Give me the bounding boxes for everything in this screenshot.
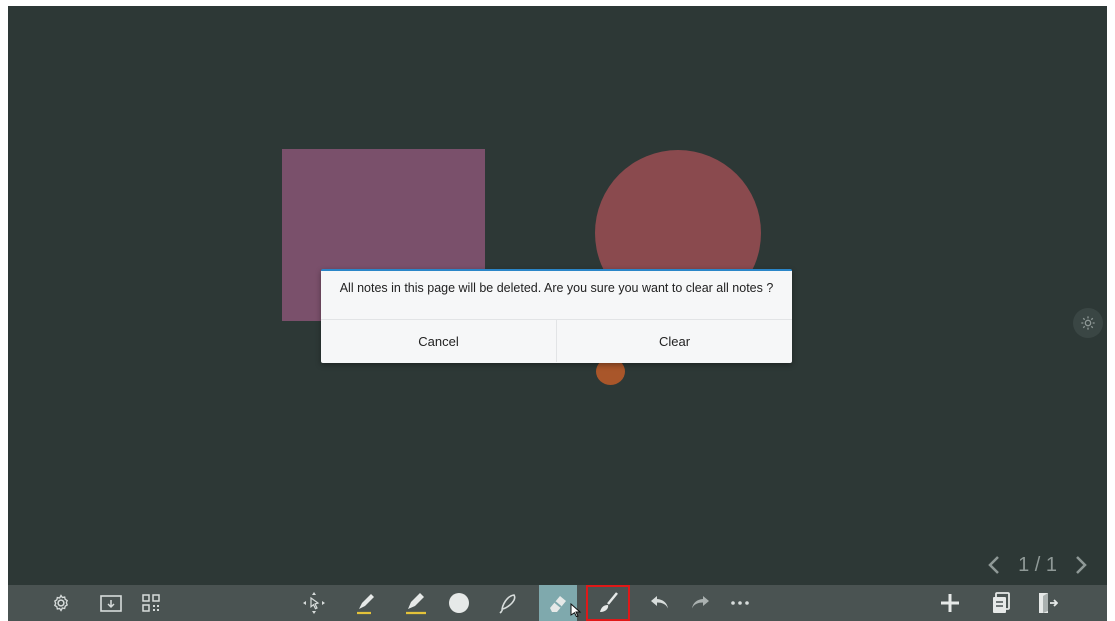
page-indicator: 1 / 1: [1018, 554, 1057, 577]
side-settings-icon[interactable]: [1073, 308, 1103, 338]
dialog-message: All notes in this page will be deleted. …: [339, 281, 774, 295]
highlighter-icon[interactable]: [401, 588, 431, 618]
lasso-icon[interactable]: [493, 588, 523, 618]
page-navigator: 1 / 1: [984, 553, 1091, 577]
more-icon[interactable]: [725, 588, 755, 618]
page-separator: /: [1034, 553, 1041, 576]
undo-icon[interactable]: [645, 588, 675, 618]
settings-icon[interactable]: [46, 588, 76, 618]
shape-circle-icon[interactable]: [444, 588, 474, 618]
select-move-icon[interactable]: [299, 588, 329, 618]
cancel-button[interactable]: Cancel: [321, 320, 556, 362]
pen-icon[interactable]: [351, 588, 381, 618]
redo-icon[interactable]: [685, 588, 715, 618]
exit-icon[interactable]: [1032, 588, 1062, 618]
save-folder-icon[interactable]: [96, 588, 126, 618]
prev-page-icon[interactable]: [984, 553, 1004, 577]
qr-code-icon[interactable]: [136, 588, 166, 618]
current-page: 1: [1018, 553, 1030, 576]
total-pages: 1: [1045, 553, 1057, 576]
clear-brush-icon[interactable]: [586, 585, 630, 621]
dialog-buttons: Cancel Clear: [321, 319, 792, 362]
pages-icon[interactable]: [986, 588, 1016, 618]
bottom-toolbar: [8, 585, 1107, 621]
whiteboard-canvas[interactable]: 1 / 1 All notes in this page will be del…: [8, 6, 1107, 621]
clear-confirm-dialog: All notes in this page will be deleted. …: [321, 269, 792, 363]
add-page-icon[interactable]: [935, 588, 965, 618]
mouse-cursor-icon: [570, 603, 582, 617]
next-page-icon[interactable]: [1071, 553, 1091, 577]
clear-button[interactable]: Clear: [556, 320, 792, 362]
